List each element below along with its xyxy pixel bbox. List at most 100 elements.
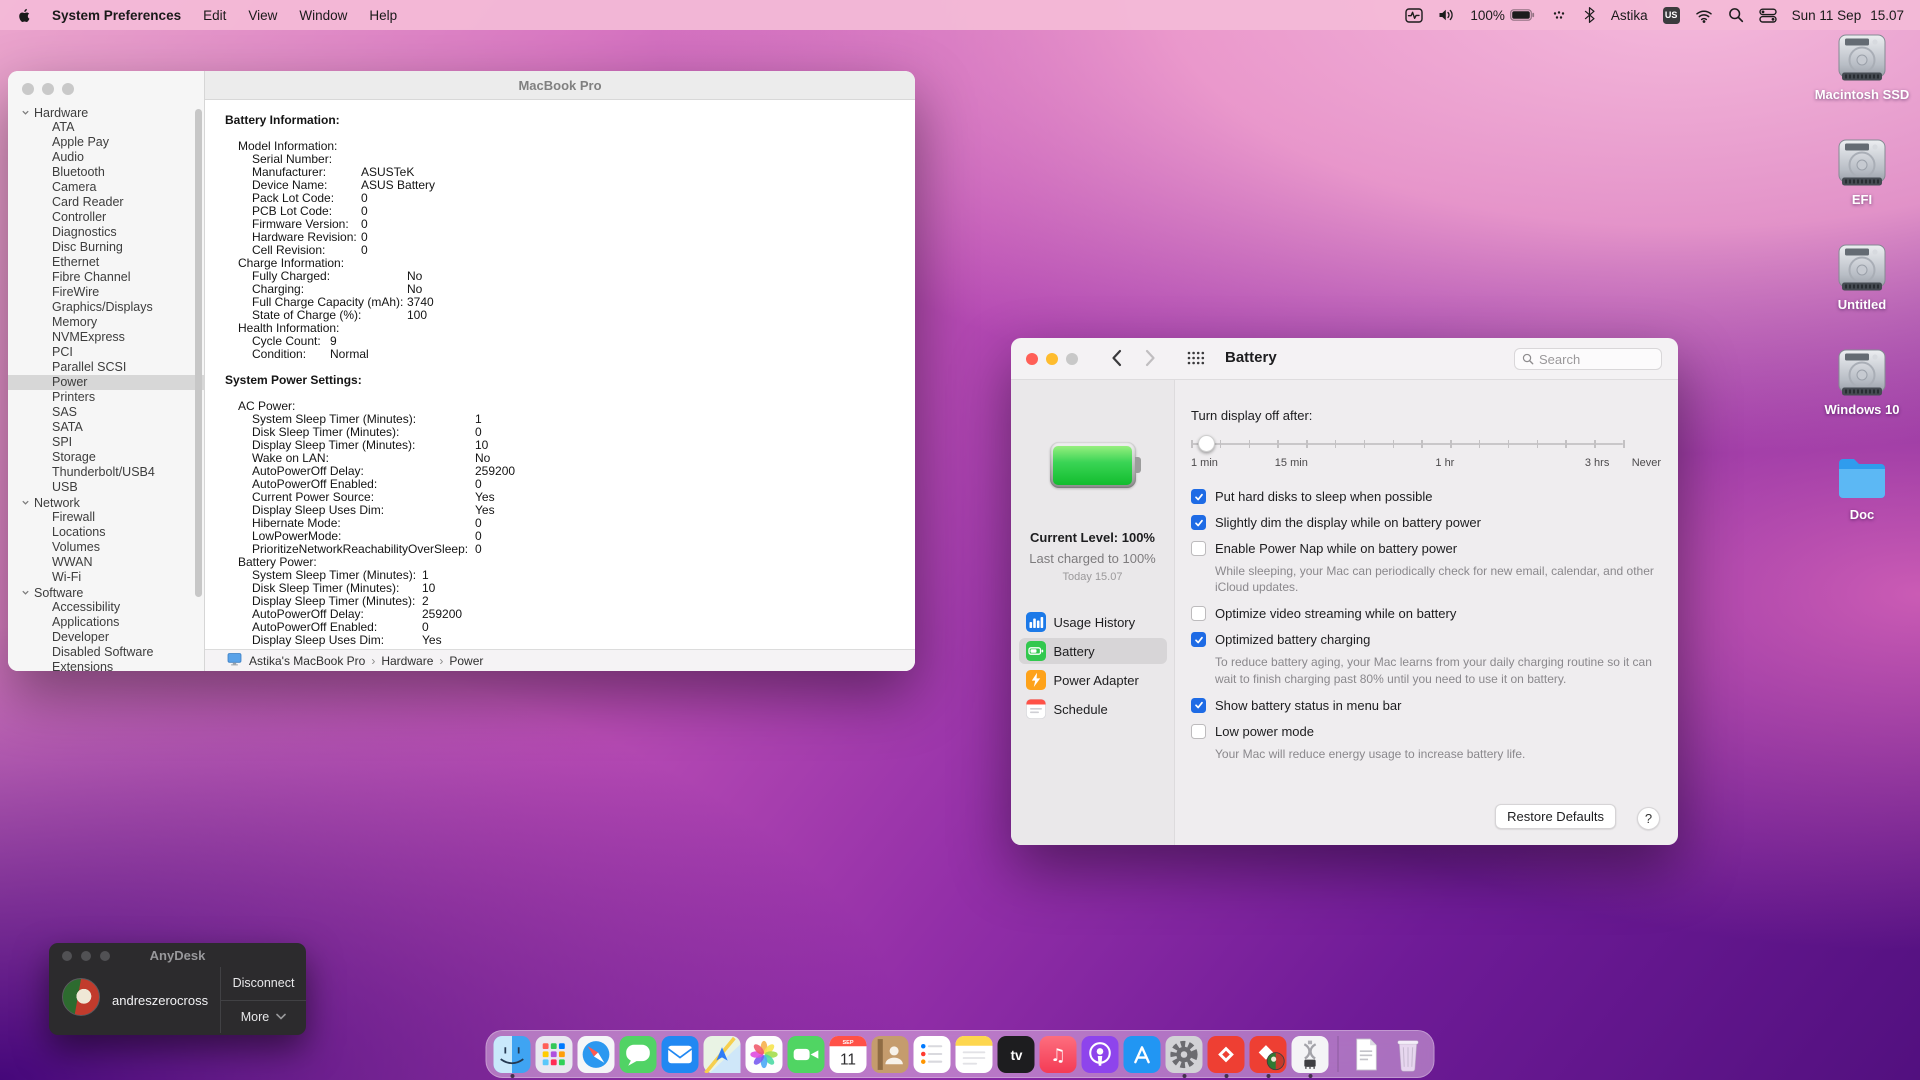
- si-item-spi[interactable]: SPI: [8, 435, 204, 450]
- si-item-ata[interactable]: ATA: [8, 120, 204, 135]
- desktop-icon-untitled[interactable]: Untitled: [1806, 240, 1918, 345]
- search-input[interactable]: Search: [1514, 348, 1662, 370]
- menu-edit[interactable]: Edit: [192, 8, 237, 23]
- sysinfo-traffic-lights[interactable]: [8, 71, 204, 95]
- user-label[interactable]: Astika: [1611, 8, 1648, 23]
- menu-system-preferences[interactable]: System Preferences: [41, 8, 192, 23]
- back-icon[interactable]: [1111, 349, 1122, 372]
- control-center-icon[interactable]: [1759, 7, 1777, 24]
- bluetooth-icon[interactable]: [1583, 6, 1596, 24]
- close-icon[interactable]: [62, 951, 72, 961]
- nav-item-schedule[interactable]: Schedule: [1019, 696, 1167, 722]
- dock-document-icon[interactable]: [1348, 1036, 1385, 1073]
- si-item-volumes[interactable]: Volumes: [8, 540, 204, 555]
- dock-app-store-icon[interactable]: [1124, 1036, 1161, 1073]
- checkbox-slightly-dim-the-display-while-on-battery-power[interactable]: [1191, 515, 1206, 530]
- dock-reminders-icon[interactable]: [914, 1036, 951, 1073]
- battery-traffic-lights[interactable]: [1026, 353, 1078, 365]
- breadcrumb-item-astika-s-macbook-pro[interactable]: Astika's MacBook Pro: [249, 654, 365, 668]
- si-item-pci[interactable]: PCI: [8, 345, 204, 360]
- zoom-icon[interactable]: [1066, 353, 1078, 365]
- si-item-firewire[interactable]: FireWire: [8, 285, 204, 300]
- checkbox-low-power-mode[interactable]: [1191, 724, 1206, 739]
- si-item-audio[interactable]: Audio: [8, 150, 204, 165]
- dock-archive-utility-icon[interactable]: [1292, 1036, 1329, 1073]
- dock-messages-icon[interactable]: [620, 1036, 657, 1073]
- spotlight-icon[interactable]: [1728, 7, 1744, 23]
- si-item-locations[interactable]: Locations: [8, 525, 204, 540]
- si-item-disc-burning[interactable]: Disc Burning: [8, 240, 204, 255]
- dock-calendar-icon[interactable]: SEP11: [830, 1036, 867, 1073]
- dock-facetime-icon[interactable]: [788, 1036, 825, 1073]
- help-button[interactable]: ?: [1637, 807, 1660, 830]
- dock-apple-tv-icon[interactable]: tv: [998, 1036, 1035, 1073]
- more-button[interactable]: More: [221, 1001, 306, 1034]
- slider-track[interactable]: [1191, 443, 1623, 445]
- dock-notes-icon[interactable]: [956, 1036, 993, 1073]
- dock-anydesk-session-icon[interactable]: [1250, 1036, 1287, 1073]
- checkbox-enable-power-nap-while-on-battery-power[interactable]: [1191, 541, 1206, 556]
- forward-icon[interactable]: [1145, 349, 1156, 372]
- menu-view[interactable]: View: [237, 8, 288, 23]
- si-item-thunderbolt-usb4[interactable]: Thunderbolt/USB4: [8, 465, 204, 480]
- checkbox-show-battery-status-in-menu-bar[interactable]: [1191, 698, 1206, 713]
- desktop-icon-macintosh-ssd[interactable]: Macintosh SSD: [1806, 30, 1918, 135]
- slider-handle[interactable]: [1198, 435, 1215, 452]
- si-section-network[interactable]: Network: [8, 495, 204, 510]
- dock-mail-icon[interactable]: [662, 1036, 699, 1073]
- keyboard-us-icon[interactable]: US: [1663, 7, 1680, 24]
- si-item-sas[interactable]: SAS: [8, 405, 204, 420]
- checkbox-optimized-battery-charging[interactable]: [1191, 632, 1206, 647]
- dock-maps-icon[interactable]: [704, 1036, 741, 1073]
- si-item-wwan[interactable]: WWAN: [8, 555, 204, 570]
- si-item-usb[interactable]: USB: [8, 480, 204, 495]
- si-item-nvmexpress[interactable]: NVMExpress: [8, 330, 204, 345]
- si-item-developer[interactable]: Developer: [8, 630, 204, 645]
- breadcrumb-item-power[interactable]: Power: [449, 654, 483, 668]
- si-item-diagnostics[interactable]: Diagnostics: [8, 225, 204, 240]
- minimize-icon[interactable]: [42, 83, 54, 95]
- zoom-icon[interactable]: [62, 83, 74, 95]
- si-item-apple-pay[interactable]: Apple Pay: [8, 135, 204, 150]
- si-item-storage[interactable]: Storage: [8, 450, 204, 465]
- activity-monitor-icon[interactable]: [1405, 7, 1423, 24]
- si-item-disabled-software[interactable]: Disabled Software: [8, 645, 204, 660]
- minimize-icon[interactable]: [1046, 353, 1058, 365]
- si-item-bluetooth[interactable]: Bluetooth: [8, 165, 204, 180]
- nav-item-power-adapter[interactable]: Power Adapter: [1019, 667, 1167, 693]
- apple-logo-icon[interactable]: [16, 7, 33, 24]
- dock-photos-icon[interactable]: [746, 1036, 783, 1073]
- desktop-icon-doc[interactable]: Doc: [1806, 450, 1918, 555]
- dock-trash-icon[interactable]: [1390, 1036, 1427, 1073]
- close-icon[interactable]: [1026, 353, 1038, 365]
- anydesk-traffic-lights[interactable]: [62, 951, 110, 961]
- si-item-camera[interactable]: Camera: [8, 180, 204, 195]
- display-off-slider[interactable]: [1191, 434, 1623, 454]
- si-item-applications[interactable]: Applications: [8, 615, 204, 630]
- si-item-memory[interactable]: Memory: [8, 315, 204, 330]
- si-item-sata[interactable]: SATA: [8, 420, 204, 435]
- dock-podcasts-icon[interactable]: [1082, 1036, 1119, 1073]
- minimize-icon[interactable]: [81, 951, 91, 961]
- dock-launchpad-icon[interactable]: [536, 1036, 573, 1073]
- checkbox-put-hard-disks-to-sleep-when-possible[interactable]: [1191, 489, 1206, 504]
- menu-help[interactable]: Help: [358, 8, 408, 23]
- dock-music-icon[interactable]: ♫: [1040, 1036, 1077, 1073]
- si-item-parallel-scsi[interactable]: Parallel SCSI: [8, 360, 204, 375]
- breadcrumb-item-hardware[interactable]: Hardware: [381, 654, 433, 668]
- sidebar-scrollbar[interactable]: [195, 109, 202, 597]
- disconnect-button[interactable]: Disconnect: [221, 967, 306, 1001]
- si-item-fibre-channel[interactable]: Fibre Channel: [8, 270, 204, 285]
- show-all-grid-icon[interactable]: [1187, 351, 1205, 371]
- si-item-wi-fi[interactable]: Wi-Fi: [8, 570, 204, 585]
- dock-contacts-icon[interactable]: [872, 1036, 909, 1073]
- checkbox-optimize-video-streaming-while-on-battery[interactable]: [1191, 606, 1206, 621]
- close-icon[interactable]: [22, 83, 34, 95]
- si-item-ethernet[interactable]: Ethernet: [8, 255, 204, 270]
- si-item-extensions[interactable]: Extensions: [8, 660, 204, 671]
- dock-system-preferences-icon[interactable]: [1166, 1036, 1203, 1073]
- desktop-icon-efi[interactable]: EFI: [1806, 135, 1918, 240]
- zoom-icon[interactable]: [100, 951, 110, 961]
- desktop-icon-windows-10[interactable]: Windows 10: [1806, 345, 1918, 450]
- si-item-power[interactable]: Power: [8, 375, 204, 390]
